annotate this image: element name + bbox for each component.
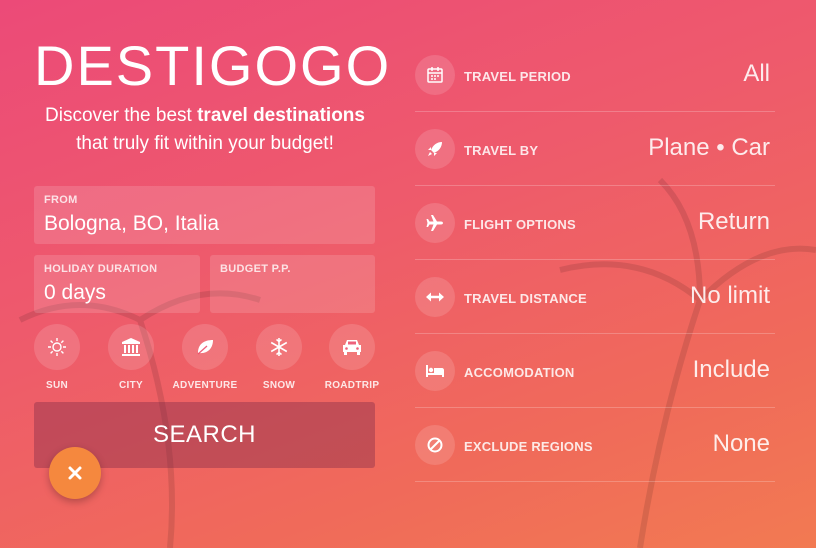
holiday-duration-value[interactable]: 0 days [44,281,106,305]
rocket-icon [415,129,455,169]
from-field[interactable]: FROM Bologna, BO, Italia [34,186,375,244]
option-value[interactable]: None [713,430,770,458]
option-label: TRAVEL PERIOD [464,69,571,84]
budget-label: BUDGET P.P. [220,263,291,275]
option-flight-options[interactable]: FLIGHT OPTIONS Return [415,186,775,260]
sun-icon [34,324,80,370]
arrows-horizontal-icon [415,277,455,317]
option-value[interactable]: Include [693,356,770,384]
category-adventure[interactable]: ADVENTURE [173,324,237,391]
city-icon [108,324,154,370]
from-label: FROM [44,194,78,206]
snowflake-icon [256,324,302,370]
leaf-icon [182,324,228,370]
option-label: ACCOMODATION [464,365,575,380]
close-icon [68,466,82,480]
plane-icon [415,203,455,243]
holiday-duration-field[interactable]: HOLIDAY DURATION 0 days [34,255,200,313]
option-value[interactable]: No limit [690,282,770,310]
option-travel-distance[interactable]: TRAVEL DISTANCE No limit [415,260,775,334]
holiday-duration-label: HOLIDAY DURATION [44,263,158,275]
option-label: FLIGHT OPTIONS [464,217,576,232]
option-label: TRAVEL BY [464,143,539,158]
category-selector: SUN CITY ADVENTURE SNOW ROADTRIP [32,324,379,394]
tagline: Discover the best travel destinations th… [34,102,376,158]
divider [415,481,775,482]
category-sun[interactable]: SUN [32,324,82,391]
close-fab-button[interactable] [49,447,101,499]
option-label: TRAVEL DISTANCE [464,291,587,306]
category-city[interactable]: CITY [106,324,156,391]
option-travel-by[interactable]: TRAVEL BY Plane • Car [415,112,775,186]
calendar-icon [415,55,455,95]
option-exclude-regions[interactable]: EXCLUDE REGIONS None [415,408,775,482]
brand-logo: DESTIGOGO [34,34,392,97]
category-roadtrip[interactable]: ROADTRIP [325,324,379,391]
category-snow[interactable]: SNOW [254,324,304,391]
tagline-line2: that truly fit within your budget! [76,133,334,154]
option-label: EXCLUDE REGIONS [464,439,593,454]
category-label: ROADTRIP [324,380,380,391]
from-value[interactable]: Bologna, BO, Italia [44,212,219,236]
option-value[interactable]: Return [698,208,770,236]
option-travel-period[interactable]: TRAVEL PERIOD All [415,38,775,112]
option-accomodation[interactable]: ACCOMODATION Include [415,334,775,408]
tagline-text: Discover the best [45,105,198,126]
option-value[interactable]: Plane • Car [648,134,770,162]
bed-icon [415,351,455,391]
budget-field[interactable]: BUDGET P.P. [210,255,375,313]
ban-icon [415,425,455,465]
option-value[interactable]: All [743,60,770,88]
tagline-highlight: travel destinations [197,105,365,126]
car-icon [329,324,375,370]
